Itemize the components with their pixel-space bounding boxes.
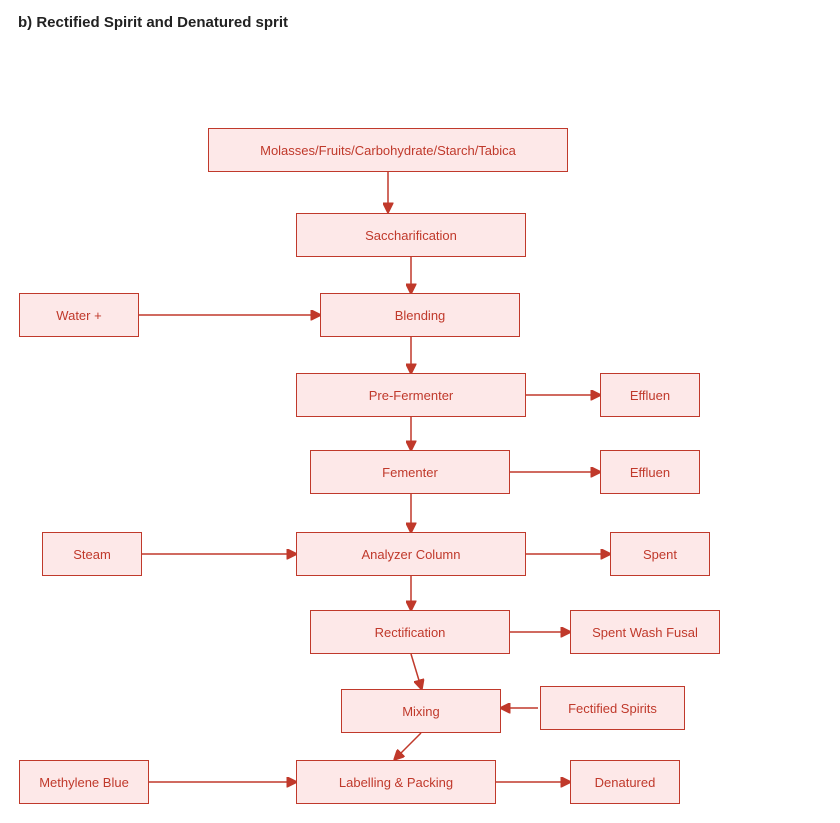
- methylene-blue-box: Methylene Blue: [19, 760, 149, 804]
- water-box: Water +: [19, 293, 139, 337]
- steam-box: Steam: [42, 532, 142, 576]
- spent-box: Spent: [610, 532, 710, 576]
- effluen1-box: Effluen: [600, 373, 700, 417]
- molasses-box: Molasses/Fruits/Carbohydrate/Starch/Tabi…: [208, 128, 568, 172]
- labelling-packing-box: Labelling & Packing: [296, 760, 496, 804]
- blending-box: Blending: [320, 293, 520, 337]
- fectified-spirits-box: Fectified Spirits: [540, 686, 685, 730]
- fermenter-box: Fementer: [310, 450, 510, 494]
- spent-wash-fusal-box: Spent Wash Fusal: [570, 610, 720, 654]
- pre-fermenter-box: Pre-Fermenter: [296, 373, 526, 417]
- page-title: b) Rectified Spirit and Denatured sprit: [18, 14, 288, 31]
- denatured-box: Denatured: [570, 760, 680, 804]
- rectification-box: Rectification: [310, 610, 510, 654]
- effluen2-box: Effluen: [600, 450, 700, 494]
- saccharification-box: Saccharification: [296, 213, 526, 257]
- analyzer-column-box: Analyzer Column: [296, 532, 526, 576]
- mixing-box: Mixing: [341, 689, 501, 733]
